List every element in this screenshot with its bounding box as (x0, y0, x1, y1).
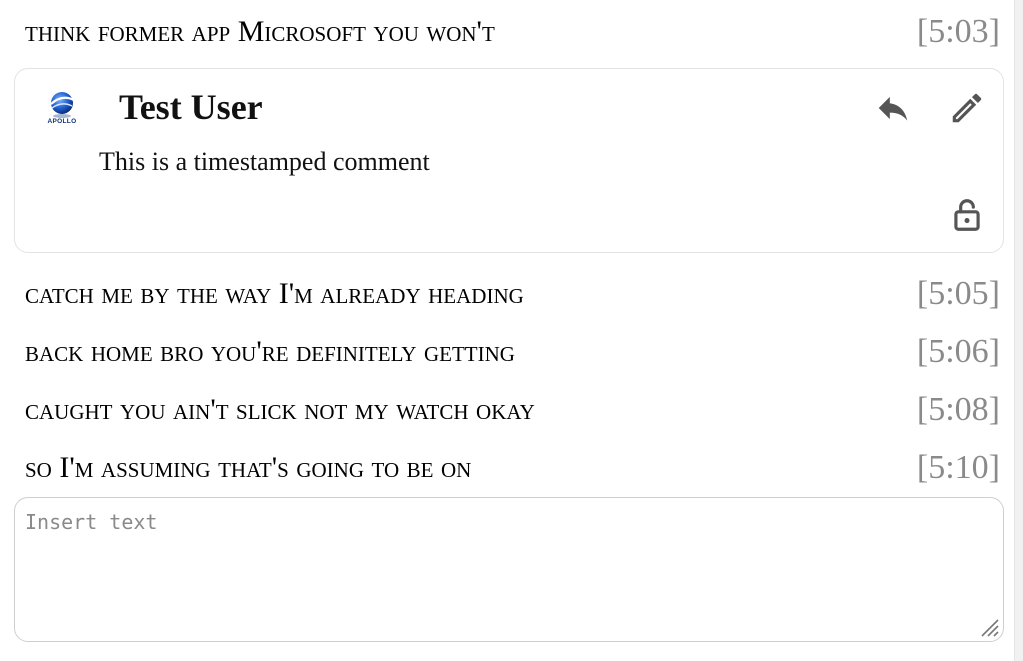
transcript-line-text: caught you ain't slick not my watch okay (25, 393, 535, 426)
resize-handle-icon[interactable] (976, 614, 1000, 638)
transcript-line-timestamp[interactable]: [5:06] (917, 332, 1000, 372)
comment-author: Test User (119, 87, 263, 127)
transcript-line-timestamp[interactable]: [5:05] (917, 274, 1000, 314)
reply-button[interactable] (873, 88, 913, 128)
edit-button[interactable] (947, 88, 987, 128)
transcript-line-text: think former app Microsoft you won't (25, 15, 495, 48)
pencil-icon (952, 93, 982, 123)
transcript-line[interactable]: caught you ain't slick not my watch okay… (25, 390, 1000, 430)
transcript-line-text: back home bro you're definitely getting (25, 335, 515, 368)
avatar: APOLLO (42, 89, 82, 129)
scrollbar[interactable] (1014, 0, 1023, 661)
avatar-logo-text: APOLLO (47, 118, 77, 125)
transcript-line[interactable]: back home bro you're definitely getting … (25, 332, 1000, 372)
comment-body: This is a timestamped comment (99, 147, 430, 176)
visibility-lock-button[interactable] (947, 195, 987, 235)
transcript-panel: think former app Microsoft you won't [5:… (0, 0, 1015, 661)
transcript-line-timestamp[interactable]: [5:08] (917, 390, 1000, 430)
unlock-icon (954, 199, 980, 231)
transcript-line-timestamp[interactable]: [5:10] (917, 448, 1000, 488)
transcript-line[interactable]: so I'm assuming that's going to be on [5… (25, 448, 1000, 488)
transcript-line-text: so I'm assuming that's going to be on (25, 451, 472, 484)
transcript-line-text: catch me by the way I'm already heading (25, 277, 524, 310)
reply-icon (878, 96, 908, 121)
comment-input[interactable] (14, 497, 1004, 642)
comment-card: APOLLO Test User This is a timestamped c… (14, 68, 1004, 253)
transcript-line[interactable]: think former app Microsoft you won't [5:… (25, 12, 1000, 52)
transcript-line-timestamp[interactable]: [5:03] (917, 12, 1000, 52)
transcript-line[interactable]: catch me by the way I'm already heading … (25, 274, 1000, 314)
